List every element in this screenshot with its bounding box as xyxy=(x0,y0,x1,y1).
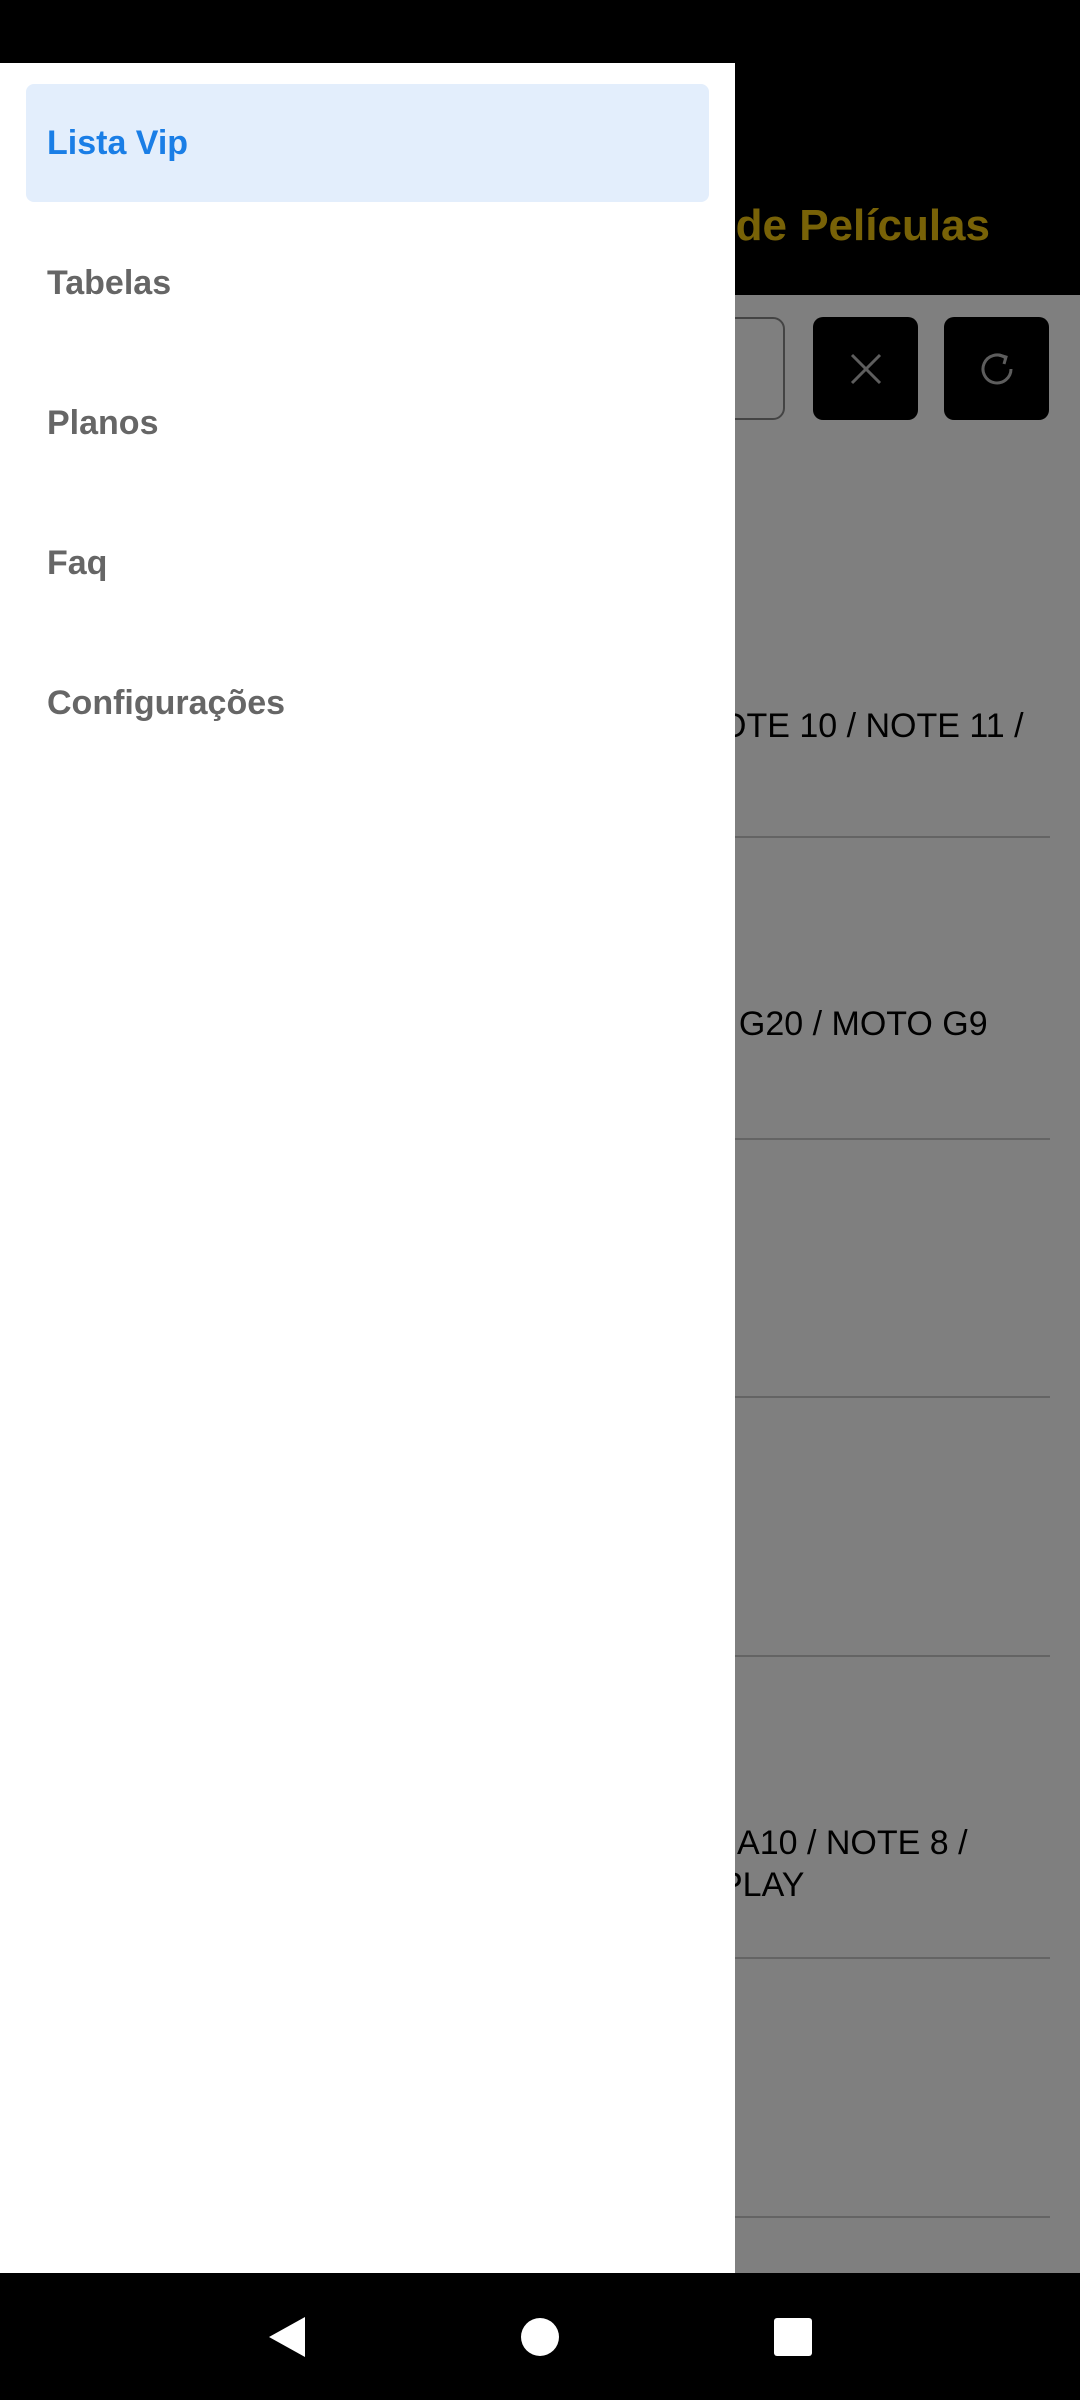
drawer-item-label: Planos xyxy=(47,403,159,442)
home-button[interactable] xyxy=(500,2297,580,2377)
drawer-item-tabelas[interactable]: Tabelas xyxy=(26,224,709,342)
drawer-item-label: Lista Vip xyxy=(47,123,189,162)
drawer-item-configuracoes[interactable]: Configurações xyxy=(26,644,709,762)
back-button[interactable] xyxy=(247,2297,327,2377)
drawer-item-faq[interactable]: Faq xyxy=(26,504,709,622)
drawer-item-lista-vip[interactable]: Lista Vip xyxy=(26,84,709,202)
back-icon xyxy=(268,2316,305,2357)
screen: de Películas OTE 10 / NOTE 11 / / G20 / … xyxy=(0,0,1080,2400)
recents-icon xyxy=(774,2317,813,2356)
system-nav-bar xyxy=(0,2273,1080,2400)
recents-button[interactable] xyxy=(753,2297,833,2377)
status-bar xyxy=(0,0,1080,63)
drawer-item-label: Configurações xyxy=(47,683,286,722)
navigation-drawer: Lista Vip Tabelas Planos Faq Configuraçõ… xyxy=(0,63,735,2273)
drawer-item-label: Tabelas xyxy=(47,263,172,302)
drawer-item-planos[interactable]: Planos xyxy=(26,364,709,482)
home-icon xyxy=(520,2317,559,2356)
drawer-item-label: Faq xyxy=(47,543,108,582)
